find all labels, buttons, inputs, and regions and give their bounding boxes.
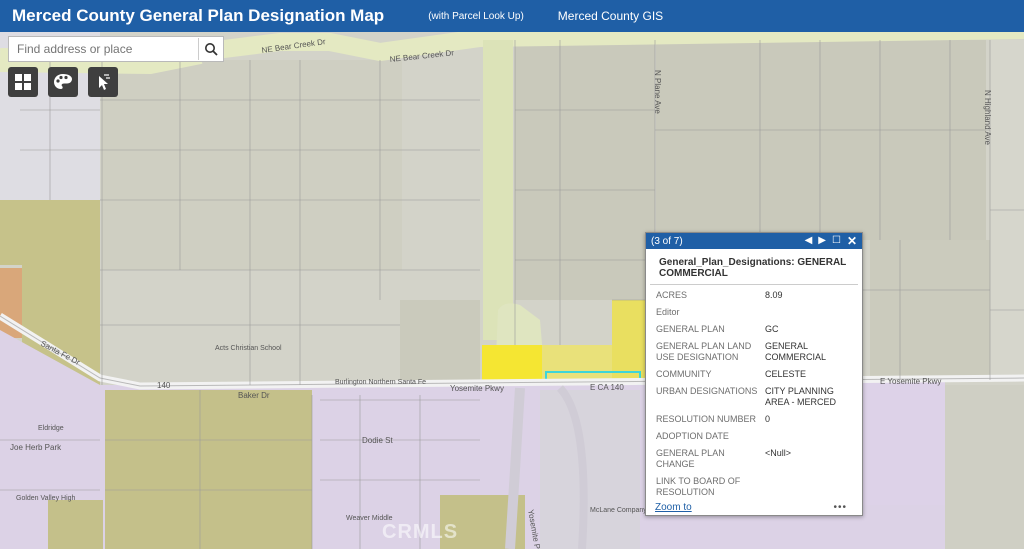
vertical-road-corridor: [483, 40, 513, 340]
attribute-row: ACRES 8.09: [656, 290, 852, 301]
attribute-value: GENERAL COMMERCIAL: [765, 341, 827, 362]
commercial-parcel: [612, 300, 645, 380]
attribute-row: COMMUNITY CELESTE: [656, 369, 852, 380]
attribute-value: CITY PLANNING AREA - MERCED: [765, 386, 837, 407]
attribute-value: 8.09: [765, 290, 783, 300]
ag-parcel: [870, 240, 990, 380]
ag-parcel: [102, 60, 402, 270]
ag-parcel: [515, 40, 655, 300]
attribute-row: LINK TO BOARD OF RESOLUTION: [656, 476, 852, 498]
legend-button[interactable]: [48, 67, 78, 97]
commercial-parcel: [542, 345, 612, 380]
olive-zone: [105, 390, 312, 549]
purple-zone: [860, 380, 945, 505]
street-label: Yosemite Pkwy: [450, 384, 504, 393]
street-label: E Yosemite Pkwy: [880, 377, 941, 386]
attribute-value: 0: [765, 414, 771, 424]
feature-popup: (3 of 7) ◀ ▶ ☐ ✕ General_Plan_Designatio…: [645, 232, 863, 516]
commercial-parcel: [482, 345, 542, 380]
search-icon: [205, 43, 218, 56]
attribute-key: GENERAL PLAN CHANGE: [656, 448, 725, 469]
popup-footer: Zoom to •••: [646, 499, 862, 515]
app-header: Merced County General Plan Designation M…: [0, 0, 1024, 32]
place-label: Golden Valley High: [16, 495, 76, 502]
olive-zone: [48, 500, 103, 549]
identify-pointer-icon: [99, 74, 110, 90]
attribute-value: GC: [765, 324, 779, 334]
attribute-key: GENERAL PLAN: [656, 324, 725, 334]
attribute-key: Editor: [656, 307, 680, 317]
zoom-to-link[interactable]: Zoom to: [655, 502, 833, 513]
attribute-row: GENERAL PLAN GC: [656, 324, 852, 335]
attribute-value: [765, 307, 852, 318]
olive-zone: [0, 200, 100, 265]
attribute-value: <Null>: [765, 448, 792, 458]
app-title: Merced County General Plan Designation M…: [12, 6, 385, 25]
popup-header: (3 of 7) ◀ ▶ ☐ ✕: [646, 233, 862, 249]
popup-attributes: ACRES 8.09 Editor GENERAL PLAN GC GENERAL …: [646, 285, 862, 500]
legend-palette-icon: [54, 74, 72, 89]
street-label: N Highland Ave: [983, 90, 992, 146]
map-view[interactable]: NE Bear Creek Dr NE Bear Creek Dr Burlin…: [0, 32, 1024, 549]
popup-title: General_Plan_Designations: GENERAL COMME…: [650, 249, 858, 285]
street-label: N Plane Ave: [653, 70, 662, 114]
attribute-key: LINK TO BOARD OF RESOLUTION: [656, 476, 741, 497]
attribute-row: ADOPTION DATE: [656, 431, 852, 442]
street-label: Baker Dr: [238, 391, 270, 400]
ag-parcel: [400, 300, 480, 380]
search-box: [8, 36, 224, 62]
more-actions-icon[interactable]: •••: [833, 502, 847, 513]
place-label: Acts Christian School: [215, 345, 282, 352]
identify-button[interactable]: [88, 67, 118, 97]
attribute-row: GENERAL PLAN CHANGE <Null>: [656, 448, 852, 470]
attribute-key: GENERAL PLAN LAND USE DESIGNATION: [656, 341, 752, 362]
next-feature-icon[interactable]: ▶: [818, 236, 826, 246]
street-label: Burlington Northern Santa Fe: [335, 379, 426, 386]
attribute-key: COMMUNITY: [656, 369, 712, 379]
place-label: Joe Herb Park: [10, 443, 62, 452]
app-subtitle: (with Parcel Look Up): [428, 10, 524, 22]
search-button[interactable]: [198, 38, 223, 60]
attribute-value: [765, 476, 852, 498]
watermark: CRMLS: [382, 521, 459, 543]
attribute-value: [765, 431, 852, 442]
attribute-key: URBAN DESIGNATIONS: [656, 386, 758, 396]
popup-count: (3 of 7): [651, 235, 683, 247]
attribute-row: RESOLUTION NUMBER 0: [656, 414, 852, 425]
place-label: Eldridge: [38, 425, 64, 432]
attribute-row: GENERAL PLAN LAND USE DESIGNATION GENERAL…: [656, 341, 852, 363]
attribute-row: Editor: [656, 307, 852, 318]
attribute-row: URBAN DESIGNATIONS CITY PLANNING AREA - M…: [656, 386, 852, 408]
previous-feature-icon[interactable]: ◀: [805, 236, 813, 246]
grey-zone: [945, 385, 1024, 549]
attribute-key: ADOPTION DATE: [656, 431, 729, 441]
attribute-key: RESOLUTION NUMBER: [656, 414, 757, 424]
search-input[interactable]: [9, 38, 198, 60]
attribute-key: ACRES: [656, 290, 688, 300]
street-label: 140: [157, 381, 171, 390]
close-icon[interactable]: ✕: [847, 235, 857, 247]
attribute-value: CELESTE: [765, 369, 807, 379]
maximize-icon[interactable]: ☐: [832, 236, 841, 246]
grey-zone: [540, 390, 640, 549]
ag-parcel: [656, 40, 986, 240]
basemap-gallery-icon: [15, 74, 31, 90]
basemap-gallery-button[interactable]: [8, 67, 38, 97]
gis-link[interactable]: Merced County GIS: [558, 9, 663, 23]
place-label: McLane Company: [590, 507, 647, 514]
street-label: Dodie St: [362, 436, 393, 445]
street-label: E CA 140: [590, 383, 624, 392]
